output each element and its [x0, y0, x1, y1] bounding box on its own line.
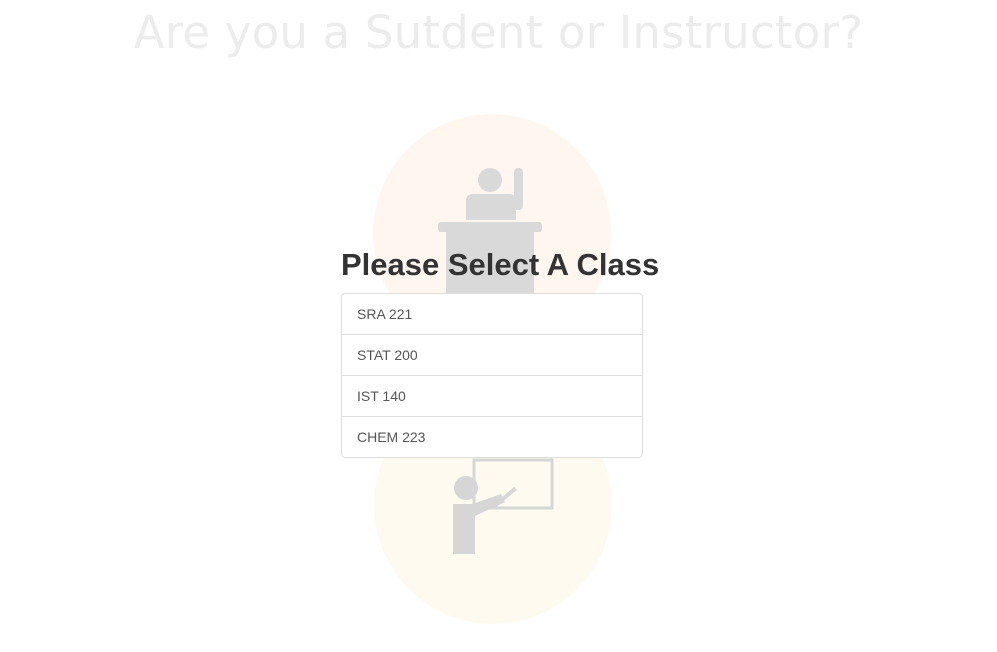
page: Are you a Sutdent or Instructor? Please … [0, 0, 997, 652]
class-item-sra-221[interactable]: SRA 221 [342, 294, 642, 335]
role-question-heading: Are you a Sutdent or Instructor? [133, 6, 864, 59]
class-item-ist-140[interactable]: IST 140 [342, 376, 642, 417]
class-item-chem-223[interactable]: CHEM 223 [342, 417, 642, 457]
class-list: SRA 221 STAT 200 IST 140 CHEM 223 [341, 293, 643, 458]
teacher-at-board-icon [453, 458, 554, 554]
class-item-stat-200[interactable]: STAT 200 [342, 335, 642, 376]
modal-title: Please Select A Class [341, 247, 660, 282]
class-select-panel: Please Select A Class SRA 221 STAT 200 I… [341, 244, 660, 458]
